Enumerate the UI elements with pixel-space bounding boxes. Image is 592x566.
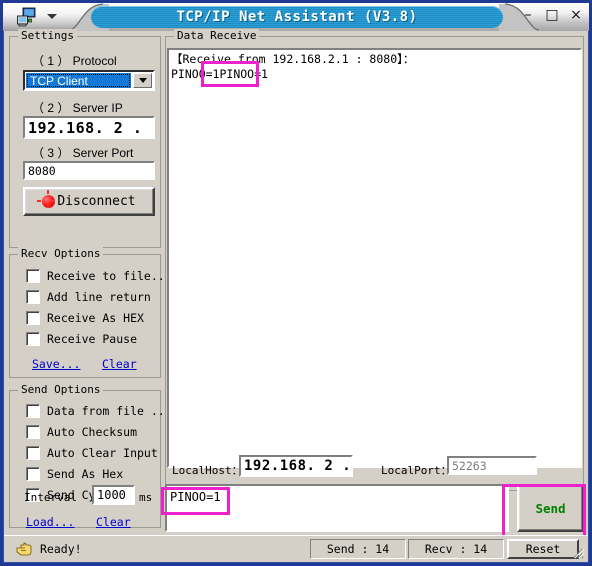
status-recv-count: Recv : 14	[408, 539, 504, 559]
send-options-group-label: Send Options	[18, 383, 104, 396]
resize-grip-icon[interactable]	[569, 544, 585, 560]
status-ready-text: Ready!	[40, 542, 82, 556]
checkbox-data-from-file[interactable]: Data from file ...	[26, 404, 172, 418]
server-ip-input[interactable]: 192.168. 2 . 1	[23, 116, 155, 139]
recv-line-header: 【Receive from 192.168.2.1 : 8080】：	[171, 52, 415, 66]
checkbox-label: Auto Clear Input	[47, 446, 158, 460]
checkbox-box[interactable]	[26, 446, 40, 460]
computer-network-icon[interactable]	[17, 7, 37, 27]
window-controls: – □ ×	[521, 8, 583, 22]
server-port-label: （ 3 ） Server Port	[32, 146, 134, 160]
checkbox-box[interactable]	[26, 425, 40, 439]
minimize-button[interactable]: –	[521, 8, 535, 22]
recv-options-group-label: Recv Options	[18, 247, 104, 260]
red-led-icon	[37, 190, 56, 208]
checkbox-auto-clear-input[interactable]: Auto Clear Input	[26, 446, 158, 460]
recv-line-payload: PINOO=1PINOO=1	[171, 67, 580, 82]
checkbox-box[interactable]	[26, 467, 40, 481]
checkbox-add-line-return[interactable]: Add line return	[26, 290, 151, 304]
send-button[interactable]: Send	[517, 484, 584, 532]
server-port-input[interactable]: 8080	[23, 161, 155, 180]
checkbox-box[interactable]	[26, 290, 40, 304]
chevron-down-icon[interactable]	[47, 14, 57, 19]
send-options-group: Send Options Data from file ... Auto Che…	[9, 383, 172, 528]
checkbox-label: Receive to file...	[47, 269, 172, 283]
checkbox-send-as-hex[interactable]: Send As Hex	[26, 467, 123, 481]
checkbox-auto-checksum[interactable]: Auto Checksum	[26, 425, 137, 439]
protocol-selected-value[interactable]: TCP Client	[26, 73, 131, 88]
checkbox-label: Receive Pause	[47, 332, 138, 346]
checkbox-receive-as-hex[interactable]: Receive As HEX	[26, 311, 144, 325]
localport-input[interactable]: 52263	[447, 456, 537, 475]
checkbox-label: Data from file ...	[47, 404, 172, 418]
localhost-label: LocalHost：	[172, 464, 243, 477]
chevron-down-icon[interactable]	[133, 73, 152, 88]
app-root: TCP/IP Net Assistant (V3.8) – □ × Settin…	[0, 0, 592, 566]
recv-payload-left: PINOO=1	[171, 67, 220, 81]
localhost-input[interactable]: 192.168. 2 . 3	[239, 455, 353, 477]
window-title: TCP/IP Net Assistant (V3.8)	[176, 9, 418, 25]
data-send-textarea[interactable]: PINOO=1	[165, 484, 509, 532]
status-send-count: Send : 14	[310, 539, 406, 559]
settings-group-label: Settings	[18, 29, 77, 42]
interval-input[interactable]: 1000	[92, 485, 135, 505]
data-receive-group-label: Data Receive	[174, 29, 260, 42]
checkbox-box[interactable]	[26, 311, 40, 325]
recv-clear-link[interactable]: Clear	[102, 357, 137, 371]
send-load-link[interactable]: Load...	[26, 515, 74, 529]
checkbox-box[interactable]	[26, 332, 40, 346]
send-clear-link[interactable]: Clear	[96, 515, 131, 529]
checkbox-label: Receive As HEX	[47, 311, 144, 325]
close-button[interactable]: ×	[569, 8, 583, 22]
title-bar-pill: TCP/IP Net Assistant (V3.8)	[91, 6, 503, 28]
recv-options-group: Recv Options Receive to file... Add line…	[9, 247, 172, 378]
checkbox-label: Send As Hex	[47, 467, 124, 481]
disconnect-button-label: Disconnect	[57, 194, 136, 209]
title-bar[interactable]: TCP/IP Net Assistant (V3.8) – □ ×	[3, 3, 589, 31]
recv-payload-highlighted: PINOO=1	[219, 67, 268, 81]
server-ip-label: （ 2 ） Server IP	[32, 101, 123, 115]
interval-label: Interval	[24, 491, 77, 504]
checkbox-box[interactable]	[26, 404, 40, 418]
protocol-label: （ 1 ） Protocol	[32, 54, 117, 68]
interval-unit-label: ms	[139, 491, 153, 504]
checkbox-receive-to-file[interactable]: Receive to file...	[26, 269, 172, 283]
checkbox-receive-pause[interactable]: Receive Pause	[26, 332, 137, 346]
maximize-button[interactable]: □	[545, 8, 559, 22]
settings-group: Settings （ 1 ） Protocol TCP Client （ 2 ）…	[9, 29, 161, 248]
checkbox-label: Add line return	[47, 290, 151, 304]
recv-save-link[interactable]: Save...	[32, 357, 80, 371]
client-area: Settings （ 1 ） Protocol TCP Client （ 2 ）…	[4, 29, 588, 532]
checkbox-label: Auto Checksum	[47, 425, 138, 439]
data-receive-textarea[interactable]: 【Receive from 192.168.2.1 : 8080】： PINOO…	[167, 48, 582, 468]
pointing-hand-icon	[16, 542, 32, 556]
send-button-label: Send	[535, 500, 566, 516]
checkbox-box[interactable]	[26, 269, 40, 283]
protocol-combo[interactable]: TCP Client	[23, 70, 155, 91]
disconnect-button[interactable]: Disconnect	[23, 187, 155, 216]
localport-label: LocalPort：	[381, 464, 452, 477]
status-bar: Ready! Send : 14 Recv : 14 Reset	[4, 535, 588, 562]
